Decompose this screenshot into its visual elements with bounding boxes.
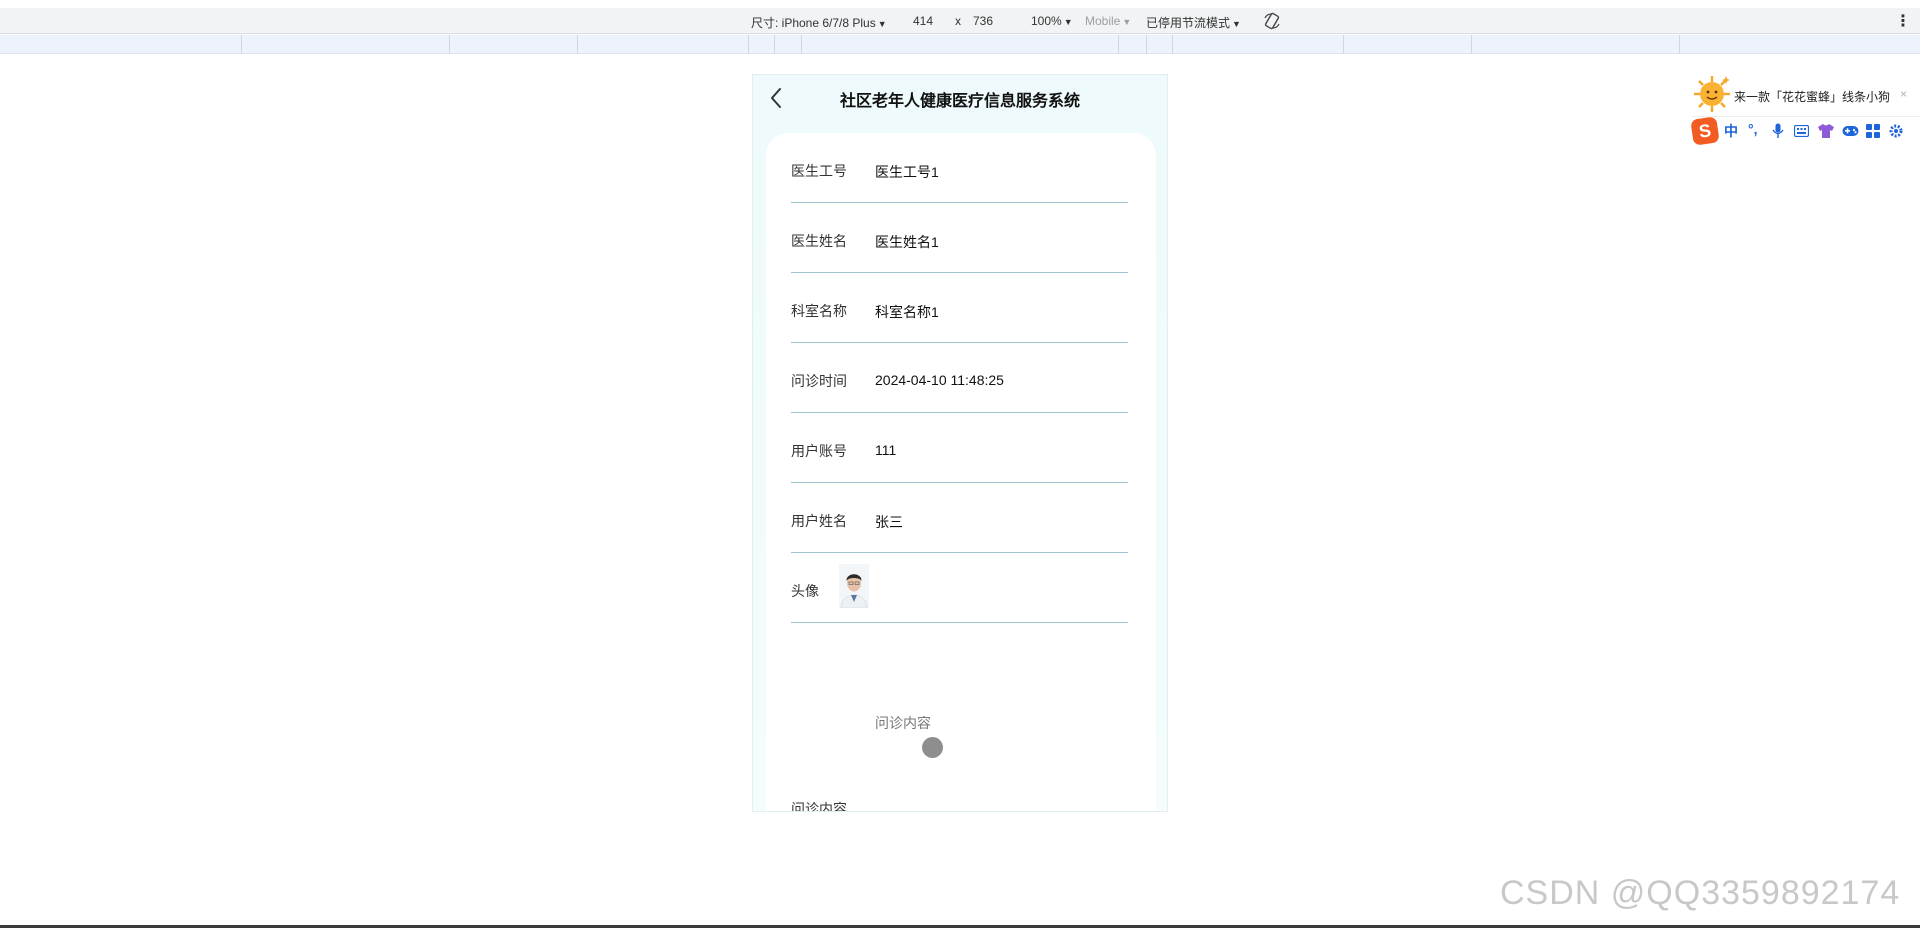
avatar[interactable] bbox=[839, 564, 869, 608]
ime-widget: 来一款「花花蜜蜂」线条小狗 × S 中 °, bbox=[1688, 70, 1920, 150]
chevron-down-icon: ▼ bbox=[1122, 17, 1132, 27]
field-label: 用户姓名 bbox=[791, 513, 847, 529]
field-value: 张三 bbox=[875, 514, 903, 530]
field-row-avatar: 头像 bbox=[791, 553, 1128, 623]
sogou-logo-icon[interactable]: S bbox=[1690, 116, 1720, 146]
field-row-doctor-name: 医生姓名 医生姓名1 bbox=[791, 203, 1128, 273]
ruler-tick bbox=[1146, 35, 1147, 54]
field-label: 问诊内容 bbox=[791, 801, 847, 812]
field-row-doctor-id: 医生工号 医生工号1 bbox=[791, 133, 1128, 203]
grid-icon[interactable] bbox=[1866, 124, 1880, 138]
page-title: 社区老年人健康医疗信息服务系统 bbox=[839, 93, 1080, 110]
field-row-user-account: 用户账号 111 bbox=[791, 413, 1128, 483]
ruler-tick bbox=[1118, 35, 1119, 54]
field-value: 医生工号1 bbox=[875, 164, 939, 180]
ruler-tick bbox=[1471, 35, 1472, 54]
content-placeholder: 问诊内容 bbox=[875, 715, 931, 731]
field-label: 医生工号 bbox=[791, 163, 847, 179]
field-row-department: 科室名称 科室名称1 bbox=[791, 273, 1128, 343]
detail-card: 医生工号 医生工号1 医生姓名 医生姓名1 科室名称 科室名称1 问诊时间 20… bbox=[766, 133, 1156, 812]
keyboard-icon[interactable] bbox=[1794, 125, 1809, 137]
watermark: CSDN @QQ3359892174 bbox=[1500, 874, 1901, 912]
field-label: 科室名称 bbox=[791, 303, 847, 319]
field-value: 111 bbox=[875, 442, 897, 458]
ruler-tick bbox=[449, 35, 450, 54]
gear-icon[interactable] bbox=[1888, 123, 1904, 139]
field-row-consult-time: 问诊时间 2024-04-10 11:48:25 bbox=[791, 343, 1128, 413]
phone-viewport: 社区老年人健康医疗信息服务系统 医生工号 医生工号1 医生姓名 医生姓名1 科室… bbox=[752, 74, 1168, 812]
field-row-user-name: 用户姓名 张三 bbox=[791, 483, 1128, 553]
punctuation-button[interactable]: °, bbox=[1748, 121, 1758, 137]
chevron-down-icon: ▼ bbox=[1063, 17, 1073, 27]
width-input[interactable]: 414 bbox=[898, 14, 948, 28]
field-label: 医生姓名 bbox=[791, 233, 847, 249]
field-value: 2024-04-10 11:48:25 bbox=[875, 372, 1004, 388]
mic-icon[interactable] bbox=[1772, 123, 1784, 139]
ruler-tick bbox=[577, 35, 578, 54]
more-options-icon[interactable]: ⋮ bbox=[1895, 11, 1911, 31]
chinese-mode-button[interactable]: 中 bbox=[1724, 121, 1738, 141]
ruler-tick bbox=[774, 35, 775, 54]
device-toolbar: 尺寸: iPhone 6/7/8 Plus ▼ 414 x 736 100% ▼ M… bbox=[0, 8, 1920, 34]
device-label: 尺寸: iPhone 6/7/8 Plus bbox=[751, 16, 876, 30]
zoom-label: 100% bbox=[1031, 14, 1062, 28]
zoom-select[interactable]: 100% ▼ bbox=[1031, 14, 1073, 28]
shirt-icon[interactable] bbox=[1818, 124, 1834, 138]
throttle-select[interactable]: 已停用节流模式 ▼ bbox=[1146, 14, 1241, 31]
rotate-icon[interactable] bbox=[1263, 12, 1281, 30]
consult-content-section: 问诊内容 问诊内容 bbox=[791, 697, 1128, 812]
field-value: 科室名称1 bbox=[875, 304, 939, 320]
media-query-ruler bbox=[0, 35, 1920, 54]
gamepad-icon[interactable] bbox=[1842, 125, 1859, 137]
field-label: 头像 bbox=[791, 583, 819, 599]
ruler-tick bbox=[1679, 35, 1680, 54]
field-value: 医生姓名1 bbox=[875, 234, 939, 250]
ruler-tick bbox=[801, 35, 802, 54]
ruler-tick bbox=[748, 35, 749, 54]
sun-mascot-icon[interactable] bbox=[1692, 74, 1732, 114]
loading-indicator-icon bbox=[922, 737, 943, 758]
app-header: 社区老年人健康医疗信息服务系统 bbox=[753, 75, 1167, 123]
ruler-tick bbox=[1343, 35, 1344, 54]
ruler-tick bbox=[241, 35, 242, 54]
device-select[interactable]: 尺寸: iPhone 6/7/8 Plus ▼ bbox=[751, 14, 887, 31]
ime-toolbar: S 中 °, bbox=[1690, 116, 1920, 146]
chevron-down-icon: ▼ bbox=[1232, 19, 1241, 29]
field-label: 问诊时间 bbox=[791, 373, 847, 389]
mode-select[interactable]: Mobile ▼ bbox=[1085, 14, 1131, 28]
throttle-label: 已停用节流模式 bbox=[1146, 16, 1231, 30]
ime-tip-text[interactable]: 来一款「花花蜜蜂」线条小狗 bbox=[1734, 88, 1890, 105]
close-icon[interactable]: × bbox=[1900, 87, 1907, 101]
field-label: 用户账号 bbox=[791, 443, 847, 459]
ruler-tick bbox=[1172, 35, 1173, 54]
height-input[interactable]: 736 bbox=[958, 14, 1008, 28]
chevron-down-icon: ▼ bbox=[877, 19, 887, 29]
mode-label: Mobile bbox=[1085, 14, 1121, 28]
